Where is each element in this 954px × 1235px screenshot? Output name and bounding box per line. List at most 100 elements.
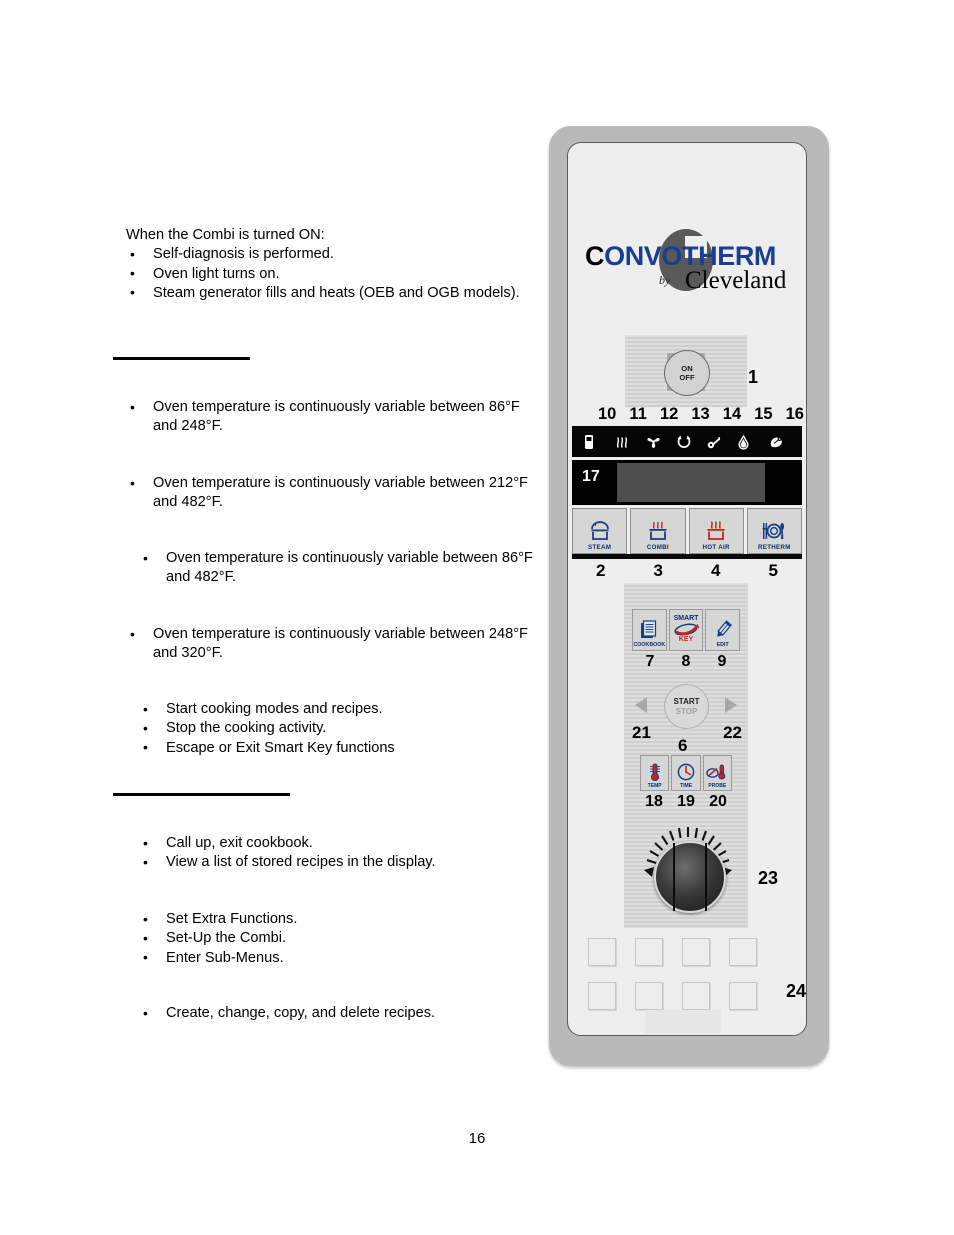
blank-key[interactable] bbox=[682, 938, 710, 966]
smart-key-icon bbox=[672, 623, 700, 636]
steam-pan-icon bbox=[585, 518, 615, 544]
control-panel-illustration: CONVOTHERM by Cleveland ON OFF 1 10 11 1… bbox=[546, 118, 836, 1068]
logo-by-text: by bbox=[659, 273, 671, 287]
callout-6: 6 bbox=[678, 736, 688, 755]
value-key-callouts: 18 19 20 bbox=[638, 793, 734, 811]
blank-key-grid bbox=[588, 938, 786, 1034]
power-button[interactable]: ON OFF bbox=[664, 350, 710, 396]
cookbook-icon bbox=[637, 617, 661, 642]
list-item: Set-Up the Combi. bbox=[113, 929, 543, 949]
blank-key[interactable] bbox=[588, 938, 616, 966]
callout-7: 7 bbox=[645, 653, 655, 670]
list-item: Oven light turns on. bbox=[113, 264, 543, 284]
hot-air-mode-label: HOT AIR bbox=[702, 544, 730, 551]
start-label: START bbox=[673, 696, 700, 706]
value-key-row: TEMP TIME PROBE bbox=[640, 755, 732, 791]
callout-18: 18 bbox=[645, 793, 663, 810]
left-arrow-button[interactable] bbox=[635, 697, 647, 713]
callout-13: 13 bbox=[691, 405, 710, 423]
plate-cutlery-icon bbox=[758, 518, 790, 544]
smart-key-bullets: Set Extra Functions. Set-Up the Combi. E… bbox=[113, 909, 543, 968]
blank-key[interactable] bbox=[729, 982, 757, 1010]
list-item: Create, change, copy, and delete recipes… bbox=[113, 1003, 543, 1023]
mode-key-row: STEAM COMBI HOT AIR RETHERM bbox=[572, 508, 802, 554]
blank-key[interactable] bbox=[588, 982, 616, 1010]
combi-mode-button[interactable]: COMBI bbox=[630, 508, 686, 554]
section-divider-bottom bbox=[113, 793, 290, 796]
smart-key-button[interactable]: SMART KEY bbox=[668, 609, 704, 651]
blank-key[interactable] bbox=[635, 938, 663, 966]
steam-mode-button[interactable]: STEAM bbox=[572, 508, 628, 554]
list-item: Oven temperature is continuously variabl… bbox=[113, 549, 543, 588]
steam-waves-icon bbox=[615, 434, 637, 450]
function-key-row: COOKBOOK SMART KEY EDIT bbox=[632, 609, 741, 651]
spray-clean-icon bbox=[768, 434, 790, 450]
probe-icon bbox=[705, 761, 729, 783]
section-combi-mode: Oven temperature is continuously variabl… bbox=[113, 549, 543, 588]
section-divider-top bbox=[113, 357, 250, 360]
list-item: Oven temperature is continuously variabl… bbox=[113, 625, 543, 664]
callout-1: 1 bbox=[748, 367, 759, 387]
hot-air-mode-button[interactable]: HOT AIR bbox=[688, 508, 744, 554]
retherm-mode-button[interactable]: RETHERM bbox=[746, 508, 802, 554]
callout-2: 2 bbox=[596, 561, 606, 580]
blank-key[interactable] bbox=[682, 982, 710, 1010]
callout-16: 16 bbox=[785, 405, 804, 423]
edit-button[interactable]: EDIT bbox=[705, 609, 741, 651]
callout-17: 17 bbox=[582, 468, 600, 485]
convotherm-logo: CONVOTHERM by Cleveland bbox=[585, 229, 791, 301]
panel-face: CONVOTHERM by Cleveland ON OFF 1 10 11 1… bbox=[567, 142, 807, 1036]
mode-key-callouts: 2 3 4 5 bbox=[572, 561, 802, 581]
callout-23: 23 bbox=[758, 868, 779, 888]
probe-label: PROBE bbox=[708, 783, 727, 789]
display-panel: 17 bbox=[572, 460, 802, 505]
cookbook-button[interactable]: COOKBOOK bbox=[632, 609, 667, 651]
power-on-lead: When the Combi is turned ON: bbox=[126, 227, 325, 243]
section-smart-key: Set Extra Functions. Set-Up the Combi. E… bbox=[113, 909, 543, 968]
status-icon-callouts: 10 11 12 13 14 15 16 bbox=[598, 405, 804, 424]
power-on-bullets: Self-diagnosis is performed. Oven light … bbox=[113, 245, 543, 303]
list-item: Steam generator fills and heats (OEB and… bbox=[113, 283, 543, 303]
key-icon bbox=[707, 434, 729, 450]
callout-20: 20 bbox=[709, 793, 727, 810]
hot-air-icon bbox=[701, 518, 731, 544]
grid-row-1 bbox=[588, 938, 786, 966]
list-item: Oven temperature is continuously variabl… bbox=[113, 398, 543, 437]
right-arrow-button[interactable] bbox=[725, 697, 737, 713]
list-item: Call up, exit cookbook. bbox=[113, 833, 543, 853]
section-edit: Create, change, copy, and delete recipes… bbox=[113, 1003, 543, 1023]
temp-button[interactable]: TEMP bbox=[640, 755, 670, 791]
smart-key-label-top: SMART bbox=[673, 614, 699, 622]
cookbook-label: COOKBOOK bbox=[633, 642, 666, 648]
section-steam-mode: Oven temperature is continuously variabl… bbox=[113, 398, 543, 437]
power-label-off: OFF bbox=[679, 373, 695, 382]
list-item: Oven temperature is continuously variabl… bbox=[113, 474, 543, 513]
section-cookbook: Call up, exit cookbook. View a list of s… bbox=[113, 833, 543, 873]
callout-15: 15 bbox=[754, 405, 773, 423]
callout-22: 22 bbox=[723, 723, 742, 742]
display-screen bbox=[617, 463, 765, 502]
time-button[interactable]: TIME bbox=[671, 755, 701, 791]
list-item: Escape or Exit Smart Key functions bbox=[113, 738, 543, 758]
time-label: TIME bbox=[680, 783, 692, 789]
rotary-dial[interactable] bbox=[654, 841, 726, 913]
power-button-backing: ON OFF bbox=[625, 335, 747, 407]
blank-key[interactable] bbox=[729, 938, 757, 966]
callout-14: 14 bbox=[722, 405, 742, 423]
dial-area bbox=[628, 821, 748, 929]
list-item: Start cooking modes and recipes. bbox=[113, 699, 543, 719]
start-stop-button[interactable]: START STOP bbox=[664, 684, 709, 729]
grid-shadow-plate bbox=[645, 1010, 721, 1034]
blank-key[interactable] bbox=[635, 982, 663, 1010]
edit-bullets: Create, change, copy, and delete recipes… bbox=[113, 1003, 543, 1023]
status-icon-bar bbox=[572, 426, 802, 457]
temp-label: TEMP bbox=[647, 783, 662, 789]
callout-11: 11 bbox=[629, 405, 647, 423]
section-hot-air-mode: Oven temperature is continuously variabl… bbox=[113, 474, 543, 513]
probe-button[interactable]: PROBE bbox=[702, 755, 732, 791]
water-drop-icon bbox=[737, 434, 759, 450]
callout-3: 3 bbox=[653, 561, 663, 580]
function-key-callouts: 7 8 9 bbox=[632, 653, 740, 671]
thermometer-icon bbox=[645, 761, 665, 783]
smart-key-label-bottom: KEY bbox=[678, 635, 694, 643]
